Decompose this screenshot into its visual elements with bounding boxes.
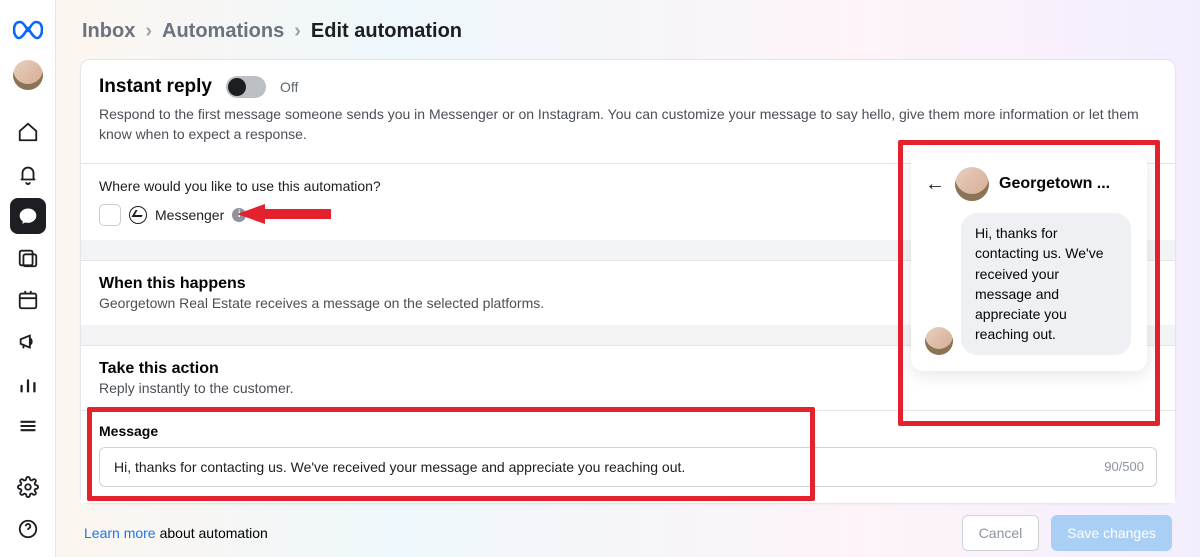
settings-icon[interactable] [10, 469, 46, 505]
meta-logo[interactable] [12, 14, 44, 46]
annotation-highlight-preview: ← Georgetown ... Hi, thanks for contacti… [898, 140, 1160, 426]
messenger-icon [129, 206, 147, 224]
preview-sender-avatar [925, 327, 953, 355]
automation-title: Instant reply [99, 76, 212, 98]
calendar-icon[interactable] [10, 282, 46, 318]
menu-icon[interactable] [10, 408, 46, 444]
preview-name: Georgetown ... [999, 175, 1110, 193]
crumb-inbox[interactable]: Inbox [82, 20, 135, 43]
crumb-automations[interactable]: Automations [162, 20, 284, 43]
posts-icon[interactable] [10, 240, 46, 276]
channel-checkbox-messenger[interactable] [99, 204, 121, 226]
help-icon[interactable] [10, 511, 46, 547]
chevron-right-icon: › [145, 20, 152, 43]
left-sidebar [0, 0, 56, 557]
notifications-icon[interactable] [10, 156, 46, 192]
insights-icon[interactable] [10, 366, 46, 402]
profile-avatar[interactable] [13, 60, 43, 90]
chevron-right-icon: › [294, 20, 301, 43]
breadcrumb: Inbox › Automations › Edit automation [56, 0, 1200, 59]
message-input[interactable] [112, 458, 1092, 476]
preview-message-bubble: Hi, thanks for contacting us. We've rece… [961, 213, 1131, 355]
char-counter: 90/500 [1104, 459, 1144, 474]
preview-panel: ← Georgetown ... Hi, thanks for contacti… [898, 140, 1160, 426]
info-icon[interactable]: i [232, 208, 246, 222]
crumb-current: Edit automation [311, 20, 462, 43]
toggle-state-label: Off [280, 79, 298, 95]
channel-label: Messenger [155, 207, 224, 223]
ads-icon[interactable] [10, 324, 46, 360]
home-icon[interactable] [10, 114, 46, 150]
learn-more-link[interactable]: Learn more [84, 525, 156, 541]
preview-back-icon[interactable]: ← [925, 173, 945, 196]
footer-text: about automation [160, 525, 268, 541]
enable-toggle[interactable] [226, 76, 266, 98]
messages-icon[interactable] [10, 198, 46, 234]
automation-description: Respond to the first message someone sen… [99, 104, 1157, 145]
preview-avatar [955, 167, 989, 201]
cancel-button[interactable]: Cancel [962, 515, 1040, 551]
save-button[interactable]: Save changes [1051, 515, 1172, 551]
